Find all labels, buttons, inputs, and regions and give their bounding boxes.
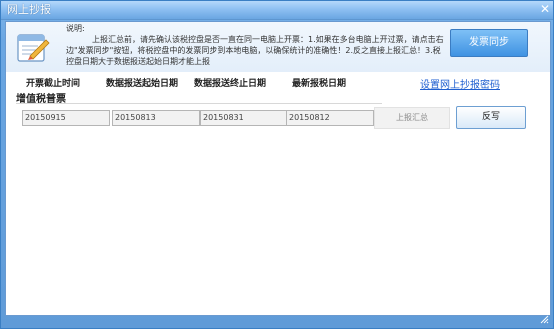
- main-panel: 说明: 上报汇总前，请先确认该税控盘是否一直在同一电脑上开票：1.如果在多台电脑…: [5, 21, 551, 316]
- window-title: 网上抄报: [7, 3, 51, 16]
- close-button[interactable]: ✕: [537, 2, 553, 17]
- title-bar[interactable]: 网上抄报 ✕: [1, 1, 553, 20]
- info-text: 上报汇总前，请先确认该税控盘是否一直在同一电脑上开票：1.如果在多台电脑上开过票…: [66, 35, 444, 66]
- header-deadline: 开票截止时间: [26, 79, 81, 89]
- header-start-date: 数据报送起始日期: [106, 79, 179, 89]
- writeback-button[interactable]: 反写: [456, 106, 526, 129]
- latest-date-field[interactable]: 20150812: [286, 110, 374, 126]
- end-date-field[interactable]: 20150831: [200, 110, 288, 126]
- start-date-field[interactable]: 20150813: [112, 110, 200, 126]
- notepad-pencil-icon: [17, 34, 50, 62]
- report-summary-button[interactable]: 上报汇总: [374, 107, 450, 129]
- deadline-field[interactable]: 20150915: [22, 110, 110, 126]
- header-latest-date: 最新报税日期: [292, 79, 347, 89]
- info-heading: 说明:: [66, 24, 85, 33]
- set-password-link[interactable]: 设置网上抄报密码: [420, 76, 500, 91]
- section-divider: [16, 103, 382, 104]
- header-end-date: 数据报送终止日期: [194, 79, 267, 89]
- info-area: 说明: 上报汇总前，请先确认该税控盘是否一直在同一电脑上开票：1.如果在多台电脑…: [6, 22, 550, 72]
- invoice-sync-button[interactable]: 发票同步: [450, 29, 528, 57]
- info-description: 说明: 上报汇总前，请先确认该税控盘是否一直在同一电脑上开票：1.如果在多台电脑…: [66, 23, 446, 67]
- window: 网上抄报 ✕ 说明: 上报汇总前，请先确认该税控盘是否一直在同一电脑上开票：1.…: [0, 0, 554, 329]
- resize-grip-icon[interactable]: [539, 314, 549, 324]
